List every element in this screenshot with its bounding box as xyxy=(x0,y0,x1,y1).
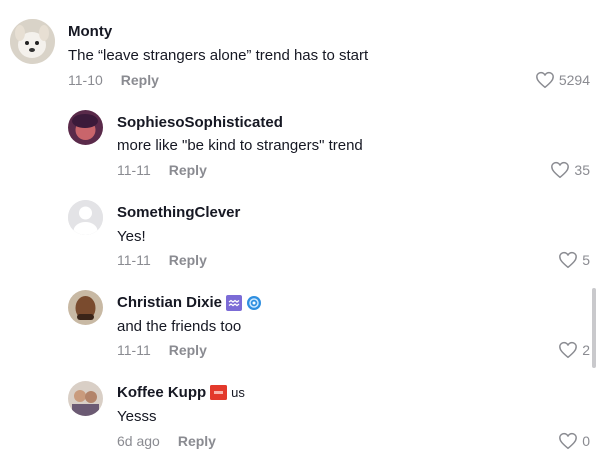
comment-meta: 11-11 Reply xyxy=(117,342,207,358)
comment-username[interactable]: Monty xyxy=(68,23,112,40)
reply-button[interactable]: Reply xyxy=(169,252,207,268)
comment-date: 11-11 xyxy=(117,252,151,268)
flag-text: us xyxy=(231,385,245,400)
user-avatar-icon xyxy=(68,110,103,145)
heart-icon xyxy=(551,161,570,179)
avatar[interactable] xyxy=(68,290,103,325)
like-button[interactable]: 35 xyxy=(550,161,590,179)
comment-username[interactable]: SomethingClever xyxy=(117,204,240,221)
comment-username[interactable]: Christian Dixie xyxy=(117,294,262,311)
like-count: 35 xyxy=(574,162,590,178)
dog-avatar-icon xyxy=(10,19,55,64)
comment-date: 11-10 xyxy=(68,72,103,88)
comment-text: The “leave strangers alone” trend has to… xyxy=(68,47,369,64)
like-count: 2 xyxy=(582,342,590,358)
comment-text: more like "be kind to strangers" trend xyxy=(117,137,363,154)
default-user-icon xyxy=(68,200,103,235)
reply-button[interactable]: Reply xyxy=(121,72,159,88)
scrollbar[interactable] xyxy=(592,288,596,368)
username-text: SophiesoSophisticated xyxy=(117,114,283,131)
user-avatar-icon xyxy=(68,381,103,416)
blue-spiral-badge-icon xyxy=(247,295,262,310)
reply-button[interactable]: Reply xyxy=(178,433,216,449)
username-text: Koffee Kupp xyxy=(117,384,207,401)
user-avatar-icon xyxy=(68,290,103,325)
reply-button[interactable]: Reply xyxy=(169,162,207,178)
username-text: Monty xyxy=(68,23,113,40)
avatar[interactable] xyxy=(10,19,55,64)
heart-icon xyxy=(535,71,554,89)
like-button[interactable]: 0 xyxy=(558,432,590,450)
heart-icon xyxy=(559,341,578,359)
username-text: Christian Dixie xyxy=(117,294,223,311)
reply-button[interactable]: Reply xyxy=(169,342,207,358)
comment-username[interactable]: Koffee Kupp us xyxy=(117,384,245,401)
comment-meta: 11-10 Reply xyxy=(68,72,159,88)
avatar[interactable] xyxy=(68,381,103,416)
comment-meta: 6d ago Reply xyxy=(117,433,216,449)
like-count: 0 xyxy=(582,433,590,449)
heart-icon xyxy=(559,432,578,450)
username-text: SomethingClever xyxy=(117,204,241,221)
like-button[interactable]: 5294 xyxy=(535,71,590,89)
comment-meta: 11-11 Reply xyxy=(117,162,207,178)
heart-icon xyxy=(559,251,578,269)
like-count: 5294 xyxy=(558,72,590,88)
like-button[interactable]: 5 xyxy=(558,251,590,269)
like-button[interactable]: 2 xyxy=(558,341,590,359)
comment-text: Yes! xyxy=(117,228,146,245)
red-flag-badge-icon xyxy=(210,385,228,400)
comment-text: and the friends too xyxy=(117,318,242,335)
like-count: 5 xyxy=(582,252,590,268)
comment-date: 11-11 xyxy=(117,342,151,358)
avatar[interactable] xyxy=(68,110,103,145)
comment-date: 6d ago xyxy=(117,433,160,449)
comment-text: Yesss xyxy=(117,408,157,425)
comment-date: 11-11 xyxy=(117,162,151,178)
avatar[interactable] xyxy=(68,200,103,235)
comment-meta: 11-11 Reply xyxy=(117,252,207,268)
comment-username[interactable]: SophiesoSophisticated xyxy=(117,114,283,131)
aquarius-badge-icon xyxy=(226,294,243,311)
